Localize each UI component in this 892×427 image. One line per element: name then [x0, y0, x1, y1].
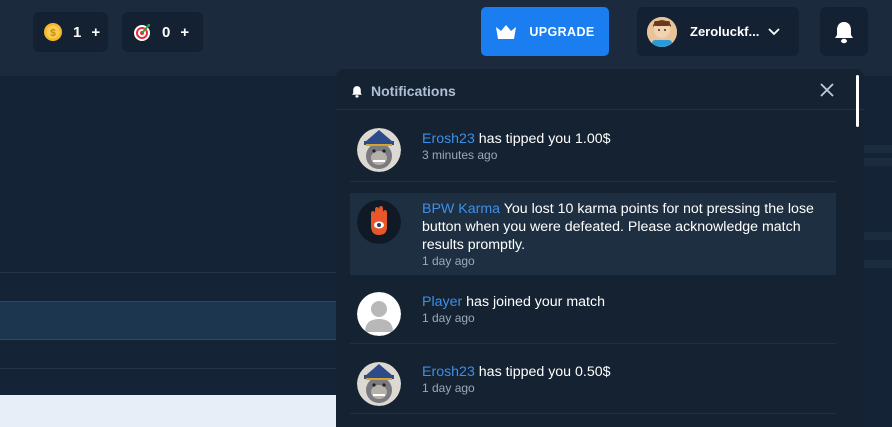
close-icon[interactable]: [820, 83, 834, 97]
notifications-header: Notifications: [336, 69, 864, 110]
target-icon: [132, 22, 152, 42]
upgrade-label: UPGRADE: [529, 24, 595, 39]
notification-message: Player has joined your match: [422, 293, 822, 311]
notification-sender-link[interactable]: BPW Karma: [422, 201, 500, 217]
crown-icon: [496, 24, 517, 39]
bell-icon: [835, 21, 853, 43]
background-divider: [0, 368, 336, 369]
notification-text: has tipped you 1.00$: [474, 131, 611, 147]
background-selected-row: [0, 301, 336, 340]
add-coins-button[interactable]: +: [91, 24, 100, 41]
user-avatar: [647, 16, 677, 47]
notification-item[interactable]: Erosh23 has tipped you 0.50$ 1 day ago: [350, 345, 836, 413]
notification-item[interactable]: BPW Karma You lost 10 karma points for n…: [350, 193, 836, 275]
top-bar: $ 1 + 0 + UPGRADE Zeroluckf...: [0, 0, 892, 76]
notification-message: BPW Karma You lost 10 karma points for n…: [422, 200, 822, 254]
gorilla-wizard-avatar: [357, 128, 401, 172]
background-edge: [862, 232, 892, 240]
svg-text:$: $: [50, 28, 56, 39]
notifications-panel: Notifications Erosh23 has tipped you 1.0…: [336, 69, 864, 427]
notifications-button[interactable]: [820, 7, 868, 56]
coins-balance[interactable]: $ 1 +: [33, 12, 108, 52]
notification-text: has tipped you 0.50$: [474, 364, 611, 380]
user-menu-button[interactable]: Zeroluckf...: [637, 7, 799, 56]
bell-icon: [352, 86, 362, 98]
coin-icon: $: [43, 22, 63, 42]
default-user-avatar: [357, 292, 401, 336]
targets-balance[interactable]: 0 +: [122, 12, 203, 52]
notification-time: 3 minutes ago: [422, 148, 498, 162]
scrollbar-thumb[interactable]: [856, 75, 859, 127]
notification-time: 1 day ago: [422, 254, 475, 268]
notification-message: Erosh23 has tipped you 1.00$: [422, 130, 822, 148]
username-label: Zeroluckf...: [690, 24, 760, 39]
notification-item[interactable]: Player has joined your match 1 day ago: [350, 275, 836, 341]
notification-message: Erosh23 has tipped you 0.50$: [422, 363, 822, 381]
targets-count: 0: [162, 23, 171, 41]
notification-item[interactable]: Erosh23 has tipped you 1.00$ 3 minutes a…: [350, 111, 836, 181]
background-edge: [862, 158, 892, 166]
chevron-down-icon: [768, 24, 780, 39]
notification-text: has joined your match: [462, 294, 605, 310]
notification-sender-link[interactable]: Player: [422, 294, 462, 310]
background-divider: [0, 272, 336, 273]
gorilla-wizard-avatar: [357, 362, 401, 406]
background-edge: [862, 145, 892, 153]
notification-divider: [350, 181, 836, 182]
notification-sender-link[interactable]: Erosh23: [422, 364, 475, 380]
hamsa-hand-avatar: [357, 200, 401, 244]
coins-count: 1: [73, 23, 82, 41]
notification-divider: [350, 343, 836, 344]
notifications-title: Notifications: [371, 83, 456, 99]
background-content-area: [0, 395, 336, 427]
notification-divider: [350, 413, 836, 414]
notification-sender-link[interactable]: Erosh23: [422, 131, 475, 147]
notification-time: 1 day ago: [422, 311, 475, 325]
add-targets-button[interactable]: +: [180, 24, 189, 41]
upgrade-button[interactable]: UPGRADE: [481, 7, 609, 56]
background-edge: [862, 260, 892, 268]
notification-time: 1 day ago: [422, 381, 475, 395]
